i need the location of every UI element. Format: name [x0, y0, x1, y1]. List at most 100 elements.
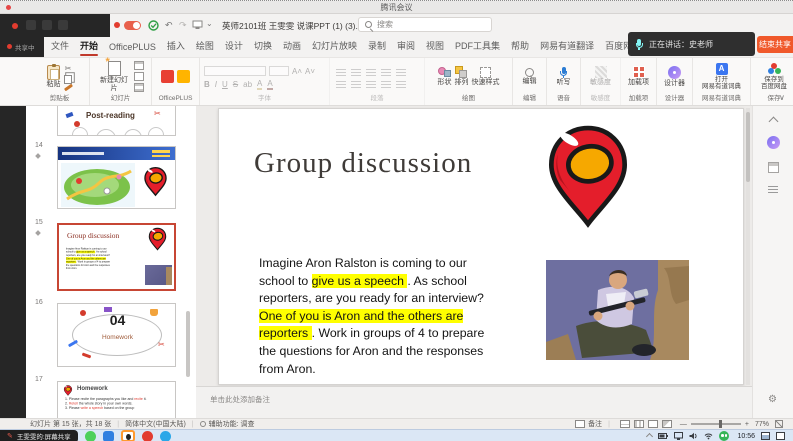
canvas-scrollbar-thumb[interactable] [746, 112, 750, 182]
align-right-icon[interactable] [366, 81, 376, 89]
tab-绘图[interactable]: 绘图 [193, 36, 217, 57]
text-highlight-icon[interactable]: A [257, 79, 262, 90]
template-library-icon[interactable] [161, 70, 174, 83]
speaker-icon[interactable] [689, 432, 698, 440]
thumbnail-slide-15-selected[interactable]: Group discussion Imagine Aron Ralston is… [57, 223, 176, 291]
zoom-out-icon[interactable]: — [680, 421, 687, 428]
addins-button[interactable]: 加载项 [628, 66, 649, 87]
editing-button[interactable]: 编辑 [523, 68, 537, 86]
quick-styles-button[interactable]: 快速样式 [472, 67, 500, 87]
dictate-button[interactable]: 听写 [557, 67, 571, 87]
tab-网易有道翻译[interactable]: 网易有道翻译 [537, 36, 597, 57]
thumbnail-slide-16[interactable]: 04 Homework ✂ [57, 303, 176, 367]
format-painter-icon[interactable] [63, 83, 72, 91]
tab-切换[interactable]: 切换 [251, 36, 275, 57]
tab-录制[interactable]: 录制 [365, 36, 389, 57]
collapse-rail-icon[interactable] [769, 117, 779, 127]
taskbar-app-red[interactable] [142, 431, 153, 441]
comments-pane-icon[interactable] [768, 186, 778, 194]
tab-动画[interactable]: 动画 [280, 36, 304, 57]
search-box[interactable]: 搜索 [358, 17, 492, 32]
indent-increase-icon[interactable] [381, 69, 391, 77]
grow-font-icon[interactable]: A˄ [292, 67, 302, 76]
tray-expand-icon[interactable] [646, 432, 653, 439]
numbering-icon[interactable] [351, 69, 361, 77]
autosave-toggle[interactable] [124, 21, 141, 30]
new-slide-button[interactable]: 新建幻灯片 [97, 61, 131, 93]
shapes-button[interactable]: 形状 [438, 66, 452, 87]
qat-customize-caret-icon[interactable]: ⌄ [206, 18, 213, 30]
font-color-icon[interactable]: A [267, 79, 272, 90]
collapse-ribbon-icon[interactable]: ∨ [779, 93, 785, 102]
layout-pane-icon[interactable] [768, 162, 779, 173]
designer-button[interactable]: 设计器 [664, 66, 685, 88]
youdao-dictionary-button[interactable]: A 打开网易有道词典 [702, 63, 741, 91]
align-center-icon[interactable] [351, 81, 361, 89]
thumbnail-slide-14[interactable] [57, 146, 176, 209]
redo-icon[interactable]: ↷ [179, 19, 187, 31]
slideshow-icon[interactable] [662, 420, 672, 428]
bold-icon[interactable]: B [204, 80, 210, 89]
meeting-ghost-button[interactable] [58, 20, 68, 30]
indent-decrease-icon[interactable] [366, 69, 376, 77]
wechat-tray-icon[interactable] [719, 431, 729, 441]
taskbar-app-blue[interactable] [103, 431, 114, 441]
zoom-in-icon[interactable]: + [745, 421, 749, 428]
language-label[interactable]: 简体中文(中国大陆) [125, 419, 186, 429]
clock[interactable]: 10:56 [737, 433, 755, 440]
tab-OfficePLUS[interactable]: OfficePLUS [106, 39, 159, 57]
shrink-font-icon[interactable]: A˅ [305, 67, 315, 76]
tab-视图[interactable]: 视图 [423, 36, 447, 57]
notes-pane[interactable]: 单击此处添加备注 [196, 386, 752, 418]
tab-插入[interactable]: 插入 [164, 36, 188, 57]
undo-icon[interactable]: ↶ [165, 19, 173, 31]
taskbar-app-qq-active[interactable] [121, 430, 135, 441]
screenshot-tray-icon[interactable] [761, 432, 770, 440]
layout-icon[interactable] [134, 61, 144, 70]
columns-icon[interactable] [396, 81, 406, 89]
thumbnails-scrollbar[interactable] [186, 311, 190, 377]
settings-gear-icon[interactable]: ⚙ [768, 394, 777, 405]
save-icon[interactable] [148, 20, 159, 31]
justify-icon[interactable] [381, 81, 391, 89]
paste-button[interactable]: 粘贴 [47, 65, 61, 89]
tab-PDF工具集[interactable]: PDF工具集 [452, 36, 503, 57]
notification-tray-icon[interactable] [776, 432, 785, 440]
copy-icon[interactable] [64, 75, 72, 84]
designer-pane-icon[interactable] [767, 136, 780, 149]
taskbar-app-green[interactable] [85, 431, 96, 441]
slide-sorter-icon[interactable] [634, 420, 644, 428]
close-window-dot[interactable] [6, 5, 11, 10]
notes-toggle-label[interactable]: 备注 [588, 419, 602, 429]
tab-审阅[interactable]: 审阅 [394, 36, 418, 57]
section-icon[interactable] [134, 83, 144, 92]
bullets-icon[interactable] [336, 69, 346, 77]
tab-设计[interactable]: 设计 [222, 36, 246, 57]
end-share-button[interactable]: 结束共享 [757, 36, 793, 53]
slide[interactable]: Group discussion Imagine Aron Ralston is… [218, 108, 744, 385]
fit-to-window-icon[interactable] [775, 420, 783, 428]
baidu-netdisk-save-button[interactable]: 保存到百度网盘 [761, 63, 787, 91]
notes-placeholder[interactable]: 单击此处添加备注 [210, 394, 270, 405]
normal-view-icon[interactable] [620, 420, 630, 428]
sensitivity-button[interactable]: 敏感度 [590, 66, 611, 87]
meeting-ghost-button[interactable] [26, 20, 36, 30]
reading-view-icon[interactable] [648, 420, 658, 428]
zoom-percent[interactable]: 77% [755, 421, 769, 428]
strikethrough-icon[interactable]: S [233, 80, 238, 89]
character-spacing-icon[interactable]: ab [243, 80, 252, 89]
tab-帮助[interactable]: 帮助 [508, 36, 532, 57]
underline-icon[interactable]: U [222, 80, 228, 89]
notes-toggle-icon[interactable] [575, 420, 585, 428]
tab-文件[interactable]: 文件 [48, 36, 72, 57]
zoom-slider-knob[interactable] [719, 420, 722, 428]
meeting-ghost-button[interactable] [42, 20, 52, 30]
thumbnail-slide-13[interactable]: Post-reading ✂ [57, 106, 176, 136]
canvas-scrollbar-track[interactable] [746, 108, 750, 385]
line-spacing-icon[interactable] [396, 69, 406, 77]
font-size-select[interactable] [269, 66, 289, 76]
material-library-icon[interactable] [177, 70, 190, 83]
tab-开始[interactable]: 开始 [77, 36, 101, 57]
cut-icon[interactable]: ✂ [65, 65, 72, 73]
arrange-button[interactable]: 排列 [455, 66, 469, 87]
